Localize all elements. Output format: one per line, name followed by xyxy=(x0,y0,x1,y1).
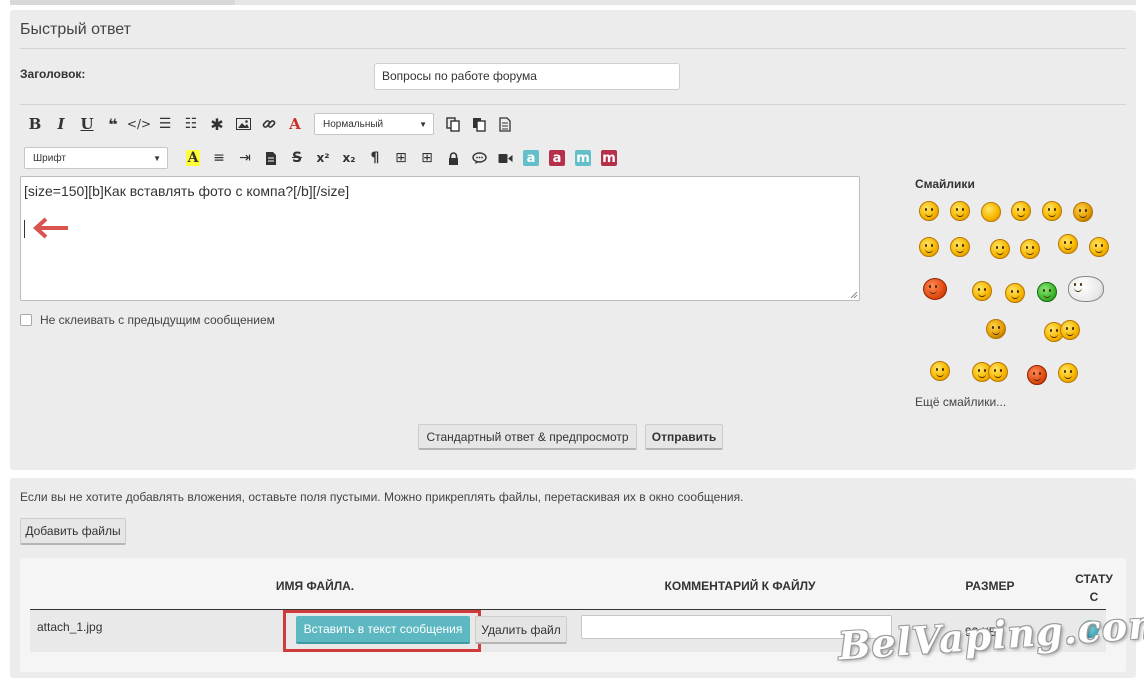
font-family-select[interactable]: Шрифт ▼ xyxy=(24,147,168,169)
video-icon[interactable] xyxy=(492,146,518,170)
subscript-icon[interactable]: x₂ xyxy=(336,146,362,170)
editor-toolbar-row-2: Шрифт ▼ A ≡ ⇥ S x² x₂ ¶ ⊞ ⊞ a a m m xyxy=(22,146,622,170)
bullet-list-icon[interactable]: ☰ xyxy=(152,112,178,136)
smilies-title: Смайлики xyxy=(915,177,975,191)
smiley-icon[interactable] xyxy=(1060,320,1080,340)
smiley-icon[interactable] xyxy=(1073,202,1093,222)
arrow-left-icon xyxy=(33,217,68,239)
smiley-icon[interactable] xyxy=(930,361,950,381)
superscript-icon[interactable]: x² xyxy=(310,146,336,170)
smiley-icon[interactable] xyxy=(950,201,970,221)
top-tab xyxy=(10,0,235,5)
smiley-icon[interactable] xyxy=(1037,282,1057,302)
quick-reply-title: Быстрый ответ xyxy=(20,21,131,38)
quick-reply-panel: Быстрый ответ Заголовок: Вопросы по рабо… xyxy=(10,10,1136,470)
smiley-icon[interactable] xyxy=(1089,237,1109,257)
merge-label: Не склеивать с предыдущим сообщением xyxy=(40,313,275,327)
table-row-icon[interactable]: ⊞ xyxy=(414,146,440,170)
attachments-info: Если вы не хотите добавлять вложения, ос… xyxy=(20,490,744,504)
smiley-icon[interactable] xyxy=(1005,283,1025,303)
smiley-icon[interactable] xyxy=(988,362,1008,382)
smiley-icon[interactable] xyxy=(986,319,1006,339)
align-center-icon[interactable]: ≡ xyxy=(206,146,232,170)
smiley-icon[interactable] xyxy=(1058,234,1078,254)
divider xyxy=(20,104,1126,105)
bbcode-m-red-glyph: m xyxy=(601,150,617,166)
smiley-icon[interactable] xyxy=(981,202,1001,222)
link-icon[interactable] xyxy=(256,112,282,136)
lock-icon[interactable] xyxy=(440,146,466,170)
paste-icon[interactable] xyxy=(440,112,466,136)
paragraph-icon[interactable]: ¶ xyxy=(362,146,388,170)
message-editor[interactable]: [size=150][b]Как вставлять фото с компа?… xyxy=(20,176,860,301)
insert-into-message-button[interactable]: Вставить в текст сообщения xyxy=(296,616,470,644)
bbcode-m-icon[interactable]: m xyxy=(570,146,596,170)
subject-input[interactable]: Вопросы по работе форума xyxy=(374,63,680,90)
bbcode-m-glyph: m xyxy=(575,150,591,166)
highlight-icon[interactable]: A xyxy=(180,146,206,170)
smiley-icon[interactable] xyxy=(972,281,992,301)
merge-option[interactable]: Не склеивать с предыдущим сообщением xyxy=(20,313,275,327)
bbcode-a-red-icon[interactable]: a xyxy=(544,146,570,170)
preview-button[interactable]: Стандартный ответ & предпросмотр xyxy=(418,424,637,450)
subject-label: Заголовок: xyxy=(20,67,86,81)
top-strip xyxy=(10,0,1136,5)
spoiler-icon[interactable]: ✱ xyxy=(204,112,230,136)
submit-button[interactable]: Отправить xyxy=(645,424,723,450)
font-size-select-value: Нормальный xyxy=(323,118,384,130)
bbcode-a-glyph: a xyxy=(523,150,539,166)
bbcode-m-red-icon[interactable]: m xyxy=(596,146,622,170)
table-plus-icon[interactable]: ⊞ xyxy=(388,146,414,170)
font-color-icon[interactable]: A xyxy=(282,112,308,136)
smiley-icon[interactable] xyxy=(923,278,947,300)
merge-checkbox[interactable] xyxy=(20,314,32,326)
smiley-icon[interactable] xyxy=(1068,276,1104,302)
column-header-size: РАЗМЕР xyxy=(965,579,1015,593)
editor-text: [size=150][b]Как вставлять фото с компа?… xyxy=(24,183,350,199)
chevron-down-icon: ▼ xyxy=(153,153,161,163)
smiley-icon[interactable] xyxy=(1020,239,1040,259)
column-header-name: ИМЯ ФАЙЛА. xyxy=(275,579,355,593)
smiley-icon[interactable] xyxy=(1042,201,1062,221)
document-icon[interactable] xyxy=(258,146,284,170)
smiley-icon[interactable] xyxy=(1027,365,1047,385)
divider xyxy=(20,48,1126,49)
delete-file-button[interactable]: Удалить файл xyxy=(475,616,567,644)
strikethrough-icon[interactable]: S xyxy=(284,146,310,170)
resize-grip-icon[interactable] xyxy=(850,291,858,299)
bold-icon[interactable]: B xyxy=(22,112,48,136)
image-icon[interactable] xyxy=(230,112,256,136)
paste-text-icon[interactable] xyxy=(466,112,492,136)
smiley-icon[interactable] xyxy=(1011,201,1031,221)
smiley-icon[interactable] xyxy=(1058,363,1078,383)
smiley-icon[interactable] xyxy=(919,201,939,221)
italic-icon[interactable]: I xyxy=(48,112,74,136)
chevron-down-icon: ▼ xyxy=(419,119,427,129)
font-family-select-value: Шрифт xyxy=(33,152,66,164)
smiley-icon[interactable] xyxy=(919,237,939,257)
indent-icon[interactable]: ⇥ xyxy=(232,146,258,170)
font-size-select[interactable]: Нормальный ▼ xyxy=(314,113,434,135)
smiley-icon[interactable] xyxy=(950,237,970,257)
editor-toolbar-row-1: B I U ❝ </> ☰ ☷ ✱ A Нормальный ▼ xyxy=(22,112,518,136)
text-caret xyxy=(24,220,25,238)
file-name: attach_1.jpg xyxy=(37,620,103,634)
underline-icon[interactable]: U xyxy=(74,112,100,136)
smiley-icon[interactable] xyxy=(990,239,1010,259)
numbered-list-icon[interactable]: ☷ xyxy=(178,112,204,136)
speech-icon[interactable] xyxy=(466,146,492,170)
bbcode-a-red-glyph: a xyxy=(549,150,565,166)
paste-word-icon[interactable] xyxy=(492,112,518,136)
more-smilies-link[interactable]: Ещё смайлики... xyxy=(915,395,1006,409)
column-header-comment: КОММЕНТАРИЙ К ФАЙЛУ xyxy=(664,579,816,593)
quote-icon[interactable]: ❝ xyxy=(100,112,126,136)
column-header-status: СТАТУ С xyxy=(1075,572,1113,604)
bbcode-a-icon[interactable]: a xyxy=(518,146,544,170)
add-files-button[interactable]: Добавить файлы xyxy=(20,518,126,545)
code-icon[interactable]: </> xyxy=(126,112,152,136)
